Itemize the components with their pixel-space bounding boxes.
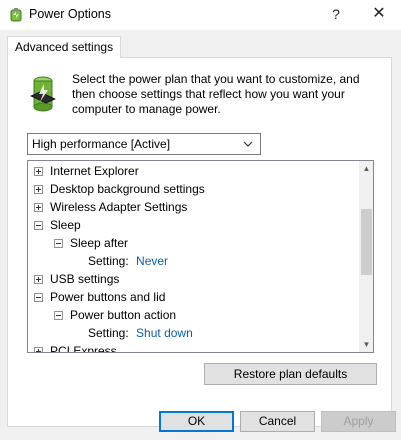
intro-line-2: then choose settings that reflect how yo…: [72, 87, 345, 101]
power-plan-selected-value: High performance [Active]: [32, 137, 171, 151]
tree-item-desktop-background[interactable]: Desktop background settings: [34, 180, 205, 198]
tree-item-wireless-adapter[interactable]: Wireless Adapter Settings: [34, 198, 187, 216]
chevron-down-icon: [243, 141, 253, 147]
collapse-minus-icon[interactable]: [34, 221, 43, 230]
tree-item-sleep-after[interactable]: Sleep after: [54, 234, 128, 252]
power-plan-dropdown[interactable]: High performance [Active]: [27, 133, 261, 155]
cancel-button[interactable]: Cancel: [240, 411, 315, 432]
tree-item-usb-settings[interactable]: USB settings: [34, 270, 119, 288]
collapse-minus-icon[interactable]: [54, 239, 63, 248]
setting-label: Setting:: [88, 326, 129, 340]
tab-advanced-settings[interactable]: Advanced settings: [7, 36, 122, 58]
scroll-up-icon[interactable]: ▲: [359, 161, 373, 176]
apply-button[interactable]: Apply: [321, 411, 396, 432]
settings-tree[interactable]: Internet Explorer Desktop background set…: [27, 160, 374, 353]
battery-plan-icon: [30, 76, 56, 112]
close-button[interactable]: ✕: [368, 4, 390, 24]
tree-item-sleep[interactable]: Sleep: [34, 216, 81, 234]
restore-plan-defaults-button[interactable]: Restore plan defaults: [204, 363, 377, 385]
expand-plus-icon[interactable]: [34, 185, 43, 194]
tree-scrollbar[interactable]: ▲ ▼: [359, 161, 373, 352]
tree-item-power-buttons-lid[interactable]: Power buttons and lid: [34, 288, 165, 306]
ok-button[interactable]: OK: [159, 411, 234, 432]
tree-item-power-button-action[interactable]: Power button action: [54, 306, 176, 324]
power-options-icon: [10, 8, 22, 22]
expand-plus-icon[interactable]: [34, 275, 43, 284]
settings-tree-list: Internet Explorer Desktop background set…: [28, 161, 359, 352]
tree-setting-power-button-action[interactable]: Setting: Shut down: [88, 324, 193, 342]
expand-plus-icon[interactable]: [34, 347, 43, 352]
intro-text: Select the power plan that you want to c…: [72, 72, 372, 117]
collapse-minus-icon[interactable]: [54, 311, 63, 320]
tree-setting-sleep-after[interactable]: Setting: Never: [88, 252, 168, 270]
setting-value-shut-down[interactable]: Shut down: [136, 326, 193, 340]
setting-value-never[interactable]: Never: [136, 254, 168, 268]
window-title: Power Options: [29, 7, 111, 21]
expand-plus-icon[interactable]: [34, 203, 43, 212]
scrollbar-thumb[interactable]: [361, 209, 372, 275]
tree-item-pci-express[interactable]: PCI Express: [34, 342, 117, 352]
expand-plus-icon[interactable]: [34, 167, 43, 176]
scroll-down-icon[interactable]: ▼: [359, 337, 373, 352]
collapse-minus-icon[interactable]: [34, 293, 43, 302]
intro-line-1: Select the power plan that you want to c…: [72, 72, 360, 86]
title-bar: Power Options ? ✕: [0, 0, 401, 30]
setting-label: Setting:: [88, 254, 129, 268]
intro-line-3: computer to manage power.: [72, 102, 221, 116]
tree-item-internet-explorer[interactable]: Internet Explorer: [34, 162, 139, 180]
help-button[interactable]: ?: [326, 4, 346, 24]
